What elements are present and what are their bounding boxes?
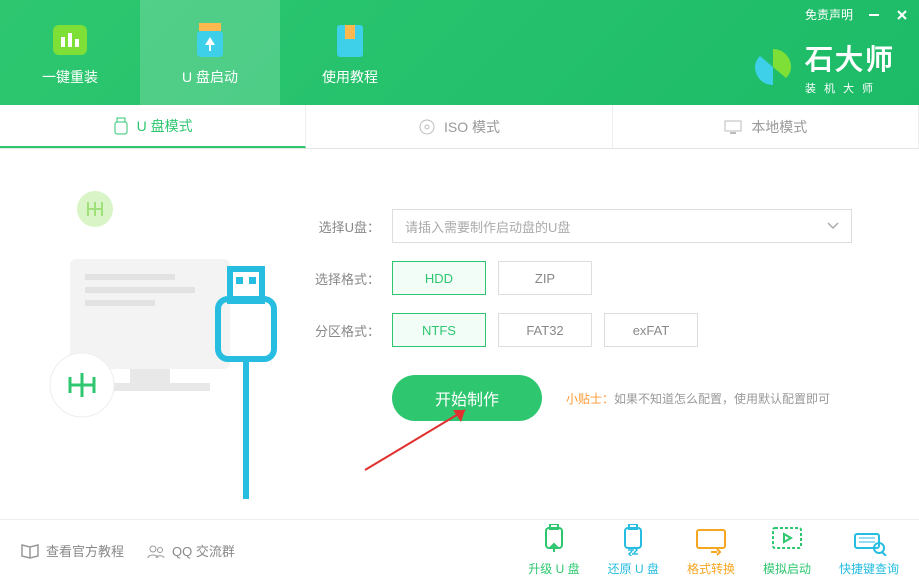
book-icon (329, 19, 371, 61)
monitor-icon (723, 119, 743, 135)
window-controls: 免责声明 (805, 6, 909, 23)
simulate-boot-action[interactable]: 模拟启动 (763, 524, 811, 577)
sub-tabs: U 盘模式 ISO 模式 本地模式 (0, 105, 919, 149)
tab-usb-mode[interactable]: U 盘模式 (0, 105, 306, 148)
minimize-button[interactable] (867, 8, 881, 22)
select-udisk-label: 选择U盘： (310, 217, 380, 236)
tip-text: 如果不知道怎么配置，使用默认配置即可 (614, 392, 830, 406)
disclaimer-link[interactable]: 免责声明 (805, 6, 853, 23)
nav-label: 一键重装 (42, 67, 98, 87)
iso-icon (418, 118, 436, 136)
udisk-select[interactable]: 请插入需要制作启动盘的U盘 (392, 209, 852, 243)
chart-icon (49, 19, 91, 61)
usb-icon (113, 117, 129, 135)
chevron-down-icon (827, 222, 839, 230)
nav-label: U 盘启动 (182, 67, 238, 87)
official-tutorial-link[interactable]: 查看官方教程 (20, 541, 124, 560)
partition-label: 分区格式： (310, 321, 380, 340)
tab-local-mode[interactable]: 本地模式 (613, 105, 919, 148)
tab-iso-mode[interactable]: ISO 模式 (306, 105, 612, 148)
group-icon (146, 543, 166, 559)
book-open-icon (20, 543, 40, 559)
format-convert-action[interactable]: 格式转换 (687, 524, 735, 577)
format-option-zip[interactable]: ZIP (498, 261, 592, 295)
brand-subtitle: 装机大师 (805, 80, 895, 96)
usb-boot-icon (189, 19, 231, 61)
format-option-hdd[interactable]: HDD (392, 261, 486, 295)
tab-label: ISO 模式 (444, 117, 500, 137)
partition-option-fat32[interactable]: FAT32 (498, 313, 592, 347)
tab-label: 本地模式 (751, 117, 807, 137)
footer: 查看官方教程 QQ 交流群 升级 U 盘 还原 U 盘 格式转换 模拟启动 快捷… (0, 519, 919, 581)
restore-usb-action[interactable]: 还原 U 盘 (608, 524, 659, 577)
start-button[interactable]: 开始制作 (392, 375, 542, 421)
brand-title: 石大师 (805, 38, 895, 78)
close-button[interactable] (895, 8, 909, 22)
upgrade-usb-action[interactable]: 升级 U 盘 (528, 524, 579, 577)
qq-group-link[interactable]: QQ 交流群 (146, 541, 235, 560)
nav-reinstall[interactable]: 一键重装 (0, 0, 140, 105)
format-label: 选择格式： (310, 269, 380, 288)
tip: 小贴士：如果不知道怎么配置，使用默认配置即可 (566, 390, 830, 407)
tab-label: U 盘模式 (137, 116, 193, 136)
brand: 石大师 装机大师 (751, 38, 895, 96)
hotkey-query-action[interactable]: 快捷键查询 (839, 524, 899, 577)
partition-option-exfat[interactable]: exFAT (604, 313, 698, 347)
header: 一键重装 U 盘启动 使用教程 免责声明 石大师 装机大师 (0, 0, 919, 105)
nav-label: 使用教程 (322, 67, 378, 87)
main-content: 选择U盘： 请插入需要制作启动盘的U盘 选择格式： HDD ZIP 分区格式： … (0, 149, 919, 519)
nav-usb-boot[interactable]: U 盘启动 (140, 0, 280, 105)
illustration (0, 149, 290, 519)
select-placeholder: 请插入需要制作启动盘的U盘 (405, 217, 570, 236)
brand-logo-icon (751, 45, 795, 89)
tip-label: 小贴士： (566, 392, 614, 406)
partition-option-ntfs[interactable]: NTFS (392, 313, 486, 347)
form-area: 选择U盘： 请插入需要制作启动盘的U盘 选择格式： HDD ZIP 分区格式： … (290, 149, 919, 519)
nav-tutorial[interactable]: 使用教程 (280, 0, 420, 105)
